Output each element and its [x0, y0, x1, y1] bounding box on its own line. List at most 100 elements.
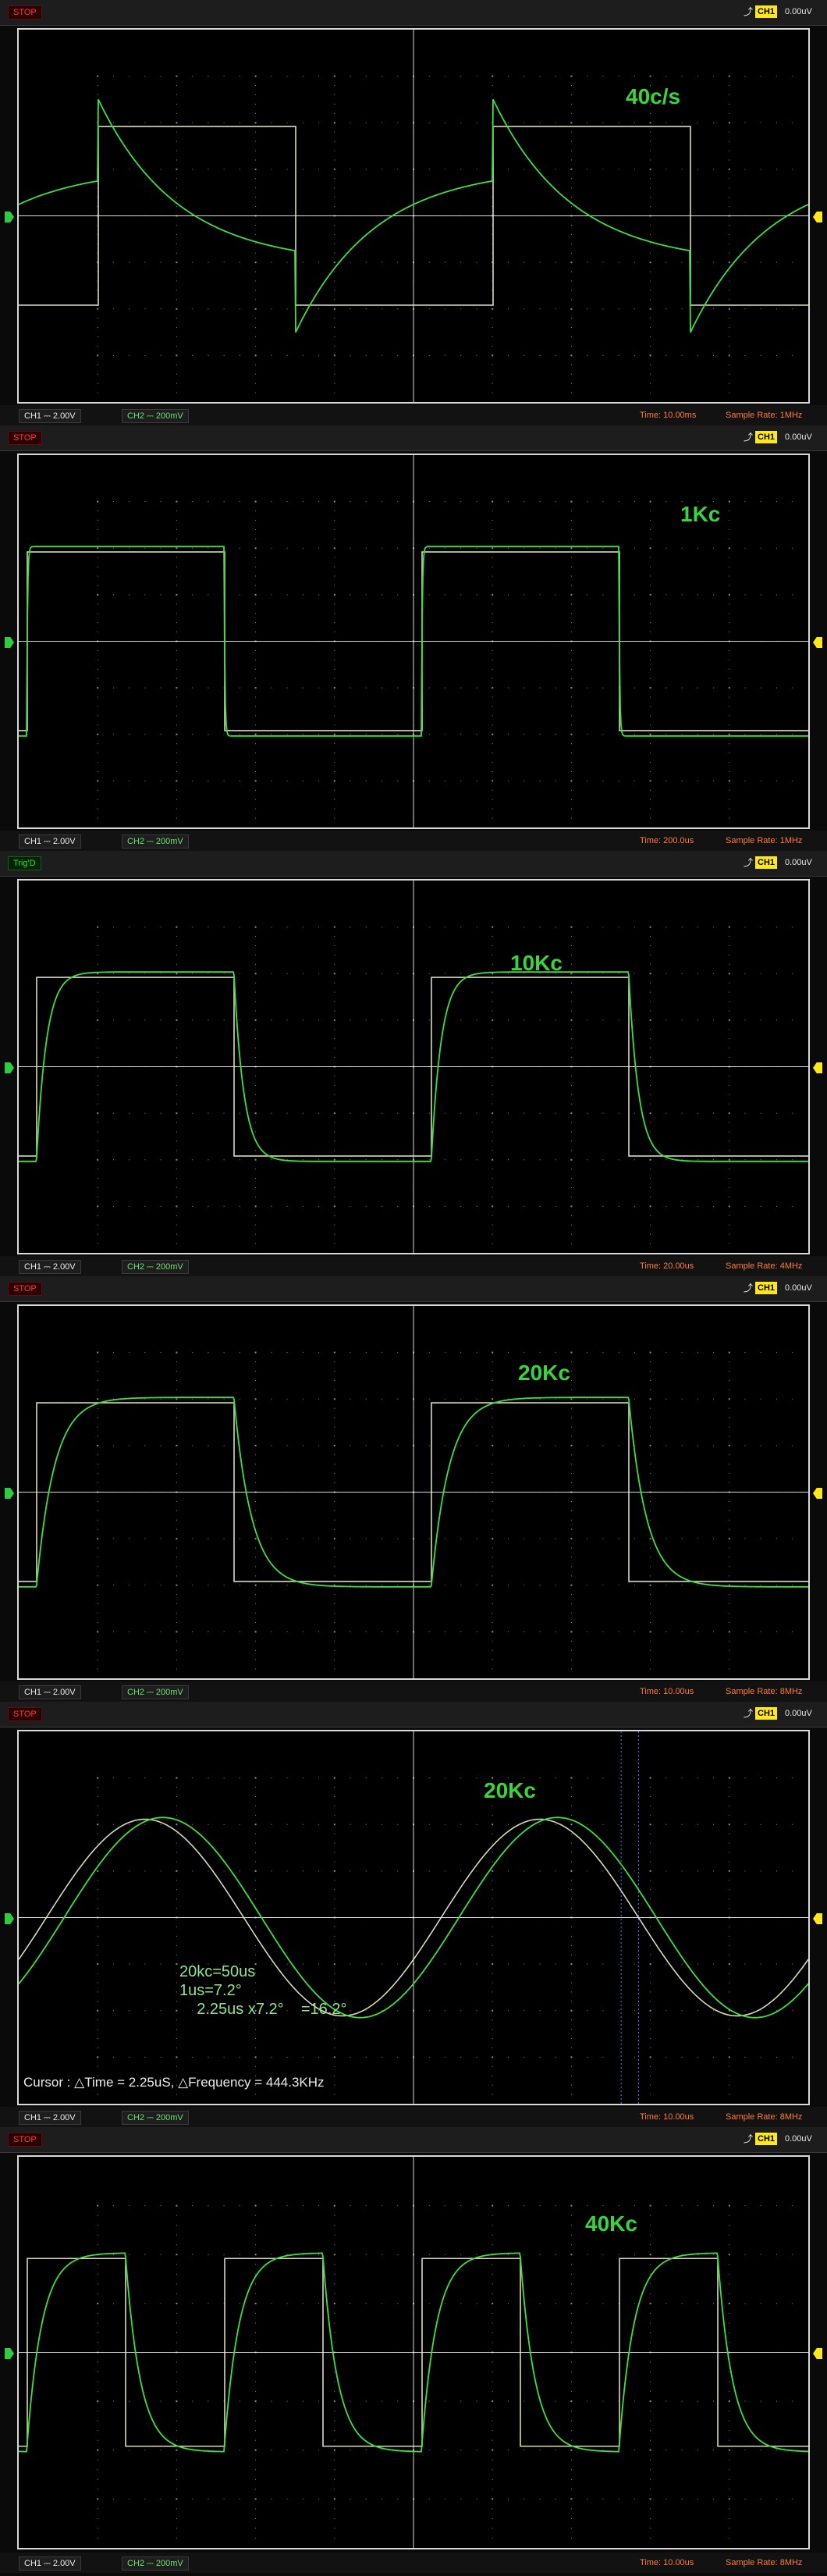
scope-bottom-bar: CH1 ⎓ 2.00V CH2 ⎓ 200mV Time: 20.00us Sa…	[0, 1256, 827, 1276]
sample-rate-label: Sample Rate: 4MHz	[726, 1261, 803, 1271]
scope-top-bar: STOP ⤴ CH1 0.00uV	[0, 425, 827, 451]
trigger-level: 0.00uV	[785, 7, 812, 16]
scope-bottom-bar: CH1 ⎓ 2.00V CH2 ⎓ 200mV Time: 10.00us Sa…	[0, 1681, 827, 1702]
scope-top-bar: STOP ⤴ CH1 0.00uV	[0, 1276, 827, 1302]
scope-screen[interactable]: 1Kc	[17, 454, 810, 829]
sample-rate-label: Sample Rate: 1MHz	[726, 411, 803, 420]
trigger-channel-badge[interactable]: CH1	[755, 856, 778, 869]
scope-screen[interactable]: 40Kc	[17, 2155, 810, 2549]
timebase-label[interactable]: Time: 200.0us	[640, 834, 694, 847]
timebase-label[interactable]: Time: 10.00us	[640, 2556, 694, 2569]
scope-bottom-bar: CH1 ⎓ 2.00V CH2 ⎓ 200mV Time: 10.00ms Sa…	[0, 405, 827, 425]
ch2-scale-label[interactable]: CH2 ⎓ 200mV	[122, 1685, 189, 1699]
graticule-grid	[97, 75, 793, 393]
scope-top-bar: STOP ⤴ CH1 0.00uV	[0, 1702, 827, 1727]
sample-rate-label: Sample Rate: 8MHz	[726, 2558, 803, 2567]
timebase-label[interactable]: Time: 10.00us	[640, 1685, 694, 1698]
ch1-scale-label[interactable]: CH1 ⎓ 2.00V	[19, 1260, 81, 1274]
graticule-grid	[97, 1777, 793, 2095]
trigger-channel-badge[interactable]: CH1	[755, 1282, 778, 1294]
frequency-label: 40Kc	[585, 2211, 637, 2236]
ch1-scale-label[interactable]: CH1 ⎓ 2.00V	[19, 2556, 81, 2571]
ch2-scale-label[interactable]: CH2 ⎓ 200mV	[122, 2556, 189, 2571]
scope-screen[interactable]: 40c/s	[17, 28, 810, 404]
trigger-edge-icon: ⤴	[743, 1283, 753, 1293]
status-badge: STOP	[8, 5, 42, 20]
status-badge: STOP	[8, 1707, 42, 1721]
ch2-scale-label[interactable]: CH2 ⎓ 200mV	[122, 1260, 189, 1274]
status-badge: STOP	[8, 2133, 42, 2147]
trigger-edge-icon: ⤴	[743, 6, 753, 17]
frequency-label: 20Kc	[484, 1778, 536, 1802]
ch1-scale-label[interactable]: CH1 ⎓ 2.00V	[19, 2111, 81, 2125]
cursor-readout: Cursor : △Time = 2.25uS, △Frequency = 44…	[23, 2075, 325, 2090]
trigger-channel-badge[interactable]: CH1	[755, 5, 778, 18]
sample-rate-label: Sample Rate: 1MHz	[726, 836, 803, 845]
ch2-ground-marker[interactable]	[5, 1488, 14, 1499]
ch2-ground-marker[interactable]	[5, 637, 14, 648]
frequency-label: 40c/s	[626, 84, 681, 109]
scope-bottom-bar: CH1 ⎓ 2.00V CH2 ⎓ 200mV Time: 10.00us Sa…	[0, 2553, 827, 2573]
scope-screen[interactable]: 20Kc	[17, 1304, 810, 1680]
timebase-label[interactable]: Time: 20.00us	[640, 1260, 694, 1272]
graticule-grid	[97, 500, 793, 819]
trigger-edge-icon: ⤴	[743, 857, 753, 868]
trigger-channel-badge[interactable]: CH1	[755, 431, 778, 443]
ch2-scale-label[interactable]: CH2 ⎓ 200mV	[122, 2111, 189, 2125]
scope-screen[interactable]: 10Kc	[17, 879, 810, 1254]
status-badge: STOP	[8, 1282, 42, 1296]
trigger-level-marker[interactable]	[813, 1913, 822, 1924]
scope-screen[interactable]: 20Kc 20kc=50us 1us=7.2° 2.25us x7.2° =16…	[17, 1730, 810, 2105]
waveform-svg	[19, 1306, 808, 1678]
trigger-level-marker[interactable]	[813, 2348, 822, 2359]
trigger-channel-badge[interactable]: CH1	[755, 2133, 778, 2145]
trigger-edge-icon: ⤴	[743, 1708, 753, 1719]
scope-bottom-bar: CH1 ⎓ 2.00V CH2 ⎓ 200mV Time: 10.00us Sa…	[0, 2107, 827, 2127]
ch1-scale-label[interactable]: CH1 ⎓ 2.00V	[19, 409, 81, 423]
trigger-level-marker[interactable]	[813, 1062, 822, 1073]
frequency-label: 20Kc	[518, 1361, 570, 1385]
trigger-level-marker[interactable]	[813, 1488, 822, 1499]
graticule-grid	[97, 926, 793, 1244]
ch2-scale-label[interactable]: CH2 ⎓ 200mV	[122, 409, 189, 423]
trigger-level: 0.00uV	[785, 1283, 812, 1293]
waveform-svg	[19, 30, 808, 402]
graticule-grid	[97, 1351, 793, 1670]
trigger-level: 0.00uV	[785, 2134, 812, 2144]
timebase-label[interactable]: Time: 10.00us	[640, 2111, 694, 2123]
ch2-ground-marker[interactable]	[5, 2348, 14, 2359]
status-badge: STOP	[8, 431, 42, 445]
measurement-note: 2.25us x7.2° =16.2°	[179, 2001, 347, 2018]
trigger-level-marker[interactable]	[813, 637, 822, 648]
trigger-level: 0.00uV	[785, 432, 812, 442]
ch1-scale-label[interactable]: CH1 ⎓ 2.00V	[19, 834, 81, 849]
scope-top-bar: Trig'D ⤴ CH1 0.00uV	[0, 851, 827, 877]
ch2-scale-label[interactable]: CH2 ⎓ 200mV	[122, 834, 189, 849]
scope-bottom-bar: CH1 ⎓ 2.00V CH2 ⎓ 200mV Time: 200.0us Sa…	[0, 831, 827, 851]
trigger-channel-badge[interactable]: CH1	[755, 1707, 778, 1720]
scope-panel: Trig'D ⤴ CH1 0.00uV 10Kc CH1 ⎓ 2.00V CH2…	[0, 851, 827, 1276]
trigger-level: 0.00uV	[785, 858, 812, 867]
ch1-scale-label[interactable]: CH1 ⎓ 2.00V	[19, 1685, 81, 1699]
scope-panel: STOP ⤴ CH1 0.00uV 40Kc CH1 ⎓ 2.00V CH2 ⎓…	[0, 2127, 827, 2576]
measurement-note: 20kc=50us	[179, 1963, 256, 1980]
oscilloscope-capture-stack: STOP ⤴ CH1 0.00uV 40c/s CH1 ⎓ 2.00V CH2 …	[0, 0, 827, 2576]
frequency-label: 10Kc	[510, 951, 563, 975]
frequency-label: 1Kc	[680, 502, 721, 526]
ch2-ground-marker[interactable]	[5, 1913, 14, 1924]
waveform-svg	[19, 2157, 808, 2548]
trigger-edge-icon: ⤴	[743, 2133, 753, 2144]
scope-panel: STOP ⤴ CH1 0.00uV 20Kc 20kc=50us 1us=7.2…	[0, 1702, 827, 2127]
sample-rate-label: Sample Rate: 8MHz	[726, 2112, 803, 2122]
waveform-svg	[19, 1731, 808, 2104]
waveform-svg	[19, 881, 808, 1253]
scope-top-bar: STOP ⤴ CH1 0.00uV	[0, 2127, 827, 2153]
ch2-ground-marker[interactable]	[5, 1062, 14, 1073]
sample-rate-label: Sample Rate: 8MHz	[726, 1687, 803, 1696]
trigger-level-marker[interactable]	[813, 212, 822, 222]
scope-panel: STOP ⤴ CH1 0.00uV 20Kc CH1 ⎓ 2.00V CH2 ⎓…	[0, 1276, 827, 1702]
ch2-ground-marker[interactable]	[5, 212, 14, 222]
timebase-label[interactable]: Time: 10.00ms	[640, 409, 696, 422]
measurement-note: 1us=7.2°	[179, 1982, 242, 1999]
trigger-edge-icon: ⤴	[743, 432, 753, 443]
